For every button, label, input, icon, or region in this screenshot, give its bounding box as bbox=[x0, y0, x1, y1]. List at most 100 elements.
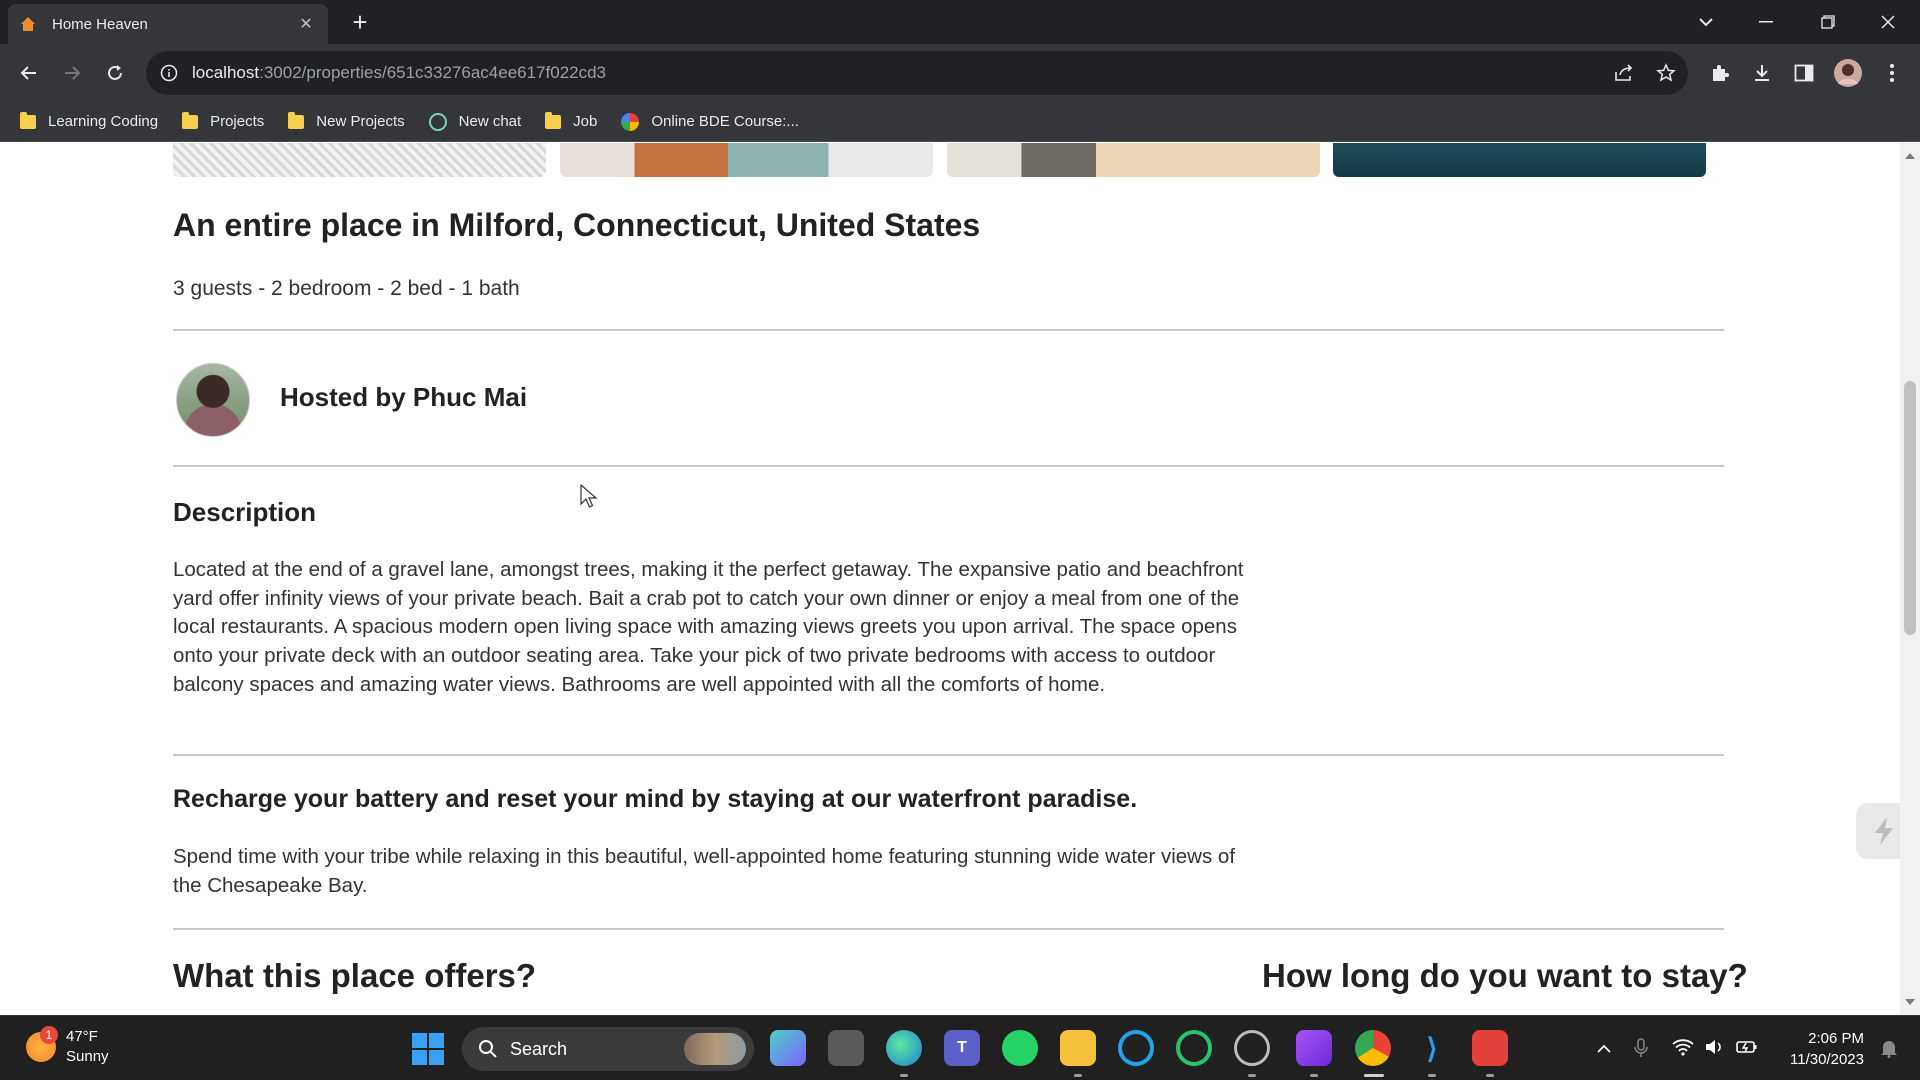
bookmarks-bar: Learning Coding Projects New Projects Ne… bbox=[0, 102, 1920, 142]
obs-icon[interactable] bbox=[1234, 1030, 1270, 1066]
bookmark-learning-coding[interactable]: Learning Coding bbox=[20, 111, 158, 130]
divider bbox=[173, 928, 1724, 930]
bookmark-online-bde-course[interactable]: Online BDE Course:... bbox=[621, 112, 799, 131]
copilot-icon[interactable] bbox=[770, 1030, 806, 1066]
microphone-icon[interactable] bbox=[1634, 1038, 1648, 1063]
bookmark-job[interactable]: Job bbox=[545, 111, 597, 130]
weather-desc: Sunny bbox=[66, 1048, 109, 1065]
whatsapp-icon[interactable] bbox=[1002, 1030, 1038, 1066]
chrome-icon[interactable] bbox=[1355, 1030, 1391, 1066]
tab-close-icon[interactable]: ✕ bbox=[296, 14, 316, 34]
active-indicator bbox=[1364, 1074, 1384, 1077]
listing-title: An entire place in Milford, Connecticut,… bbox=[173, 207, 981, 243]
system-clock[interactable]: 2:06 PM 11/30/2023 bbox=[1774, 1028, 1864, 1070]
home-heaven-favicon bbox=[21, 17, 35, 31]
notification-bell-icon[interactable] bbox=[1880, 1038, 1898, 1063]
stay-heading: How long do you want to stay? bbox=[1262, 957, 1748, 994]
gallery-photo-2[interactable] bbox=[560, 143, 933, 177]
browser-toolbar: localhost:3002/properties/651c33276ac4ee… bbox=[0, 44, 1920, 102]
windows-logo-tile bbox=[429, 1050, 444, 1065]
taskbar-search[interactable]: Search bbox=[462, 1027, 754, 1071]
task-view-icon[interactable] bbox=[828, 1030, 864, 1066]
scroll-up-icon[interactable] bbox=[1905, 153, 1915, 159]
divider bbox=[173, 465, 1724, 467]
page-content: An entire place in Milford, Connecticut,… bbox=[0, 143, 1900, 1015]
wifi-icon[interactable] bbox=[1672, 1038, 1694, 1061]
running-indicator bbox=[1428, 1074, 1436, 1077]
start-button[interactable] bbox=[412, 1033, 444, 1065]
browser-tab[interactable]: Home Heaven ✕ bbox=[8, 4, 328, 44]
scrollbar-thumb[interactable] bbox=[1904, 381, 1916, 635]
floating-tool-button[interactable] bbox=[1856, 803, 1900, 859]
search-label: Search bbox=[510, 1038, 568, 1059]
gallery-photo-1[interactable] bbox=[173, 143, 546, 177]
extensions-icon[interactable] bbox=[1700, 53, 1740, 93]
windows-taskbar: 1 47°F Sunny Search T ⟩ 2:06 PM 11/30/20… bbox=[0, 1015, 1920, 1080]
folder-icon bbox=[545, 111, 562, 129]
profile-avatar-icon[interactable] bbox=[1828, 53, 1868, 93]
vscode-icon[interactable]: ⟩ bbox=[1414, 1030, 1450, 1066]
description-text: Located at the end of a gravel lane, amo… bbox=[173, 558, 1244, 696]
forward-icon[interactable] bbox=[52, 53, 92, 93]
share-icon[interactable] bbox=[1612, 61, 1636, 85]
folder-icon bbox=[182, 111, 199, 129]
offers-heading: What this place offers? bbox=[173, 957, 537, 994]
highlight-text: Spend time with your tribe while relaxin… bbox=[173, 845, 1236, 897]
folder-icon bbox=[288, 111, 305, 129]
address-bar[interactable]: localhost:3002/properties/651c33276ac4ee… bbox=[146, 51, 1688, 95]
running-indicator bbox=[1074, 1074, 1082, 1077]
site-info-icon[interactable] bbox=[160, 64, 178, 82]
close-window-icon[interactable] bbox=[1866, 0, 1910, 44]
folder-icon bbox=[20, 111, 36, 129]
minimize-icon[interactable] bbox=[1744, 0, 1788, 44]
new-tab-button[interactable]: + bbox=[338, 0, 382, 44]
google-icon bbox=[621, 112, 640, 131]
highlight-heading: Recharge your battery and reset your min… bbox=[173, 785, 1138, 813]
description-heading: Description bbox=[173, 497, 317, 527]
gallery-photo-3[interactable] bbox=[947, 143, 1320, 177]
bookmark-star-icon[interactable] bbox=[1654, 61, 1678, 85]
search-icon bbox=[479, 1040, 497, 1058]
bookmark-projects[interactable]: Projects bbox=[182, 111, 264, 130]
system-tray bbox=[1580, 1016, 1920, 1080]
chatgpt-icon bbox=[428, 112, 447, 131]
lightning-icon bbox=[1875, 817, 1893, 845]
windows-logo-tile bbox=[429, 1033, 444, 1048]
windows-logo-tile bbox=[412, 1033, 427, 1048]
browser-menu-icon[interactable] bbox=[1872, 53, 1912, 93]
restore-icon[interactable] bbox=[1806, 0, 1850, 44]
divider bbox=[173, 754, 1724, 756]
divider bbox=[173, 329, 1724, 331]
scroll-down-icon[interactable] bbox=[1905, 999, 1915, 1005]
bookmark-new-projects[interactable]: New Projects bbox=[288, 111, 405, 130]
weather-widget[interactable]: 1 47°F Sunny bbox=[26, 1026, 109, 1067]
bookmark-new-chat[interactable]: New chat bbox=[428, 112, 521, 131]
running-indicator bbox=[900, 1074, 908, 1077]
file-explorer-icon[interactable] bbox=[1060, 1030, 1096, 1066]
volume-icon[interactable] bbox=[1704, 1038, 1724, 1061]
cortana-icon[interactable] bbox=[1118, 1030, 1154, 1066]
teams-icon[interactable]: T bbox=[944, 1030, 980, 1066]
side-panel-icon[interactable] bbox=[1784, 53, 1824, 93]
spotify-icon[interactable] bbox=[1176, 1030, 1212, 1066]
notification-badge: 1 bbox=[40, 1026, 58, 1044]
battery-icon[interactable] bbox=[1736, 1038, 1758, 1061]
windows-logo-tile bbox=[412, 1050, 427, 1065]
edge-icon[interactable] bbox=[886, 1030, 922, 1066]
url-text[interactable]: localhost:3002/properties/651c33276ac4ee… bbox=[192, 63, 606, 83]
running-indicator bbox=[1310, 1074, 1318, 1077]
download-icon[interactable] bbox=[1742, 53, 1782, 93]
clock-date: 11/30/2023 bbox=[1790, 1051, 1864, 1068]
clock-time: 2:06 PM bbox=[1808, 1030, 1864, 1047]
gallery-photo-4[interactable] bbox=[1333, 143, 1706, 177]
git-client-icon[interactable] bbox=[1472, 1030, 1508, 1066]
mouse-cursor-icon bbox=[580, 484, 598, 508]
reload-icon[interactable] bbox=[95, 53, 135, 93]
weather-temp: 47°F bbox=[66, 1028, 98, 1045]
host-name: Hosted by Phuc Mai bbox=[280, 382, 528, 412]
back-icon[interactable] bbox=[9, 53, 49, 93]
chevron-up-icon[interactable] bbox=[1596, 1038, 1612, 1059]
clipchamp-icon[interactable] bbox=[1296, 1030, 1332, 1066]
tab-search-icon[interactable] bbox=[1684, 0, 1728, 44]
page-scrollbar[interactable] bbox=[1900, 143, 1920, 1015]
